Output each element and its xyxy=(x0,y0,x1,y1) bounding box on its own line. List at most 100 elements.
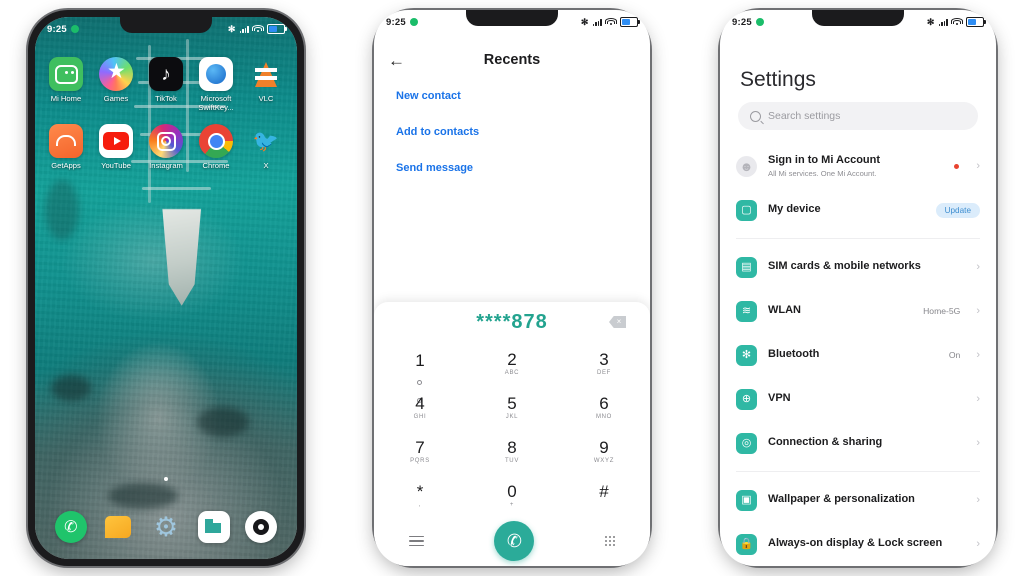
key-letters: JKL xyxy=(505,414,519,420)
update-button[interactable]: Update xyxy=(935,202,980,218)
settings-item-wlan[interactable]: ≋ WLAN Home-5G › xyxy=(720,289,996,333)
dock-camera-icon[interactable] xyxy=(245,511,278,543)
display-notch xyxy=(466,10,558,26)
home-screen-display: 9:25 ✻ Mi Home Games ♪ TikTok Microsoft … xyxy=(35,17,297,559)
settings-item-title: Wallpaper & personalization xyxy=(768,493,915,506)
dialpad-key-4[interactable]: 4 GHI xyxy=(374,386,466,430)
dialed-number: ****878 xyxy=(476,310,548,333)
settings-item-sim-cards[interactable]: ▤ SIM cards & mobile networks › xyxy=(720,245,996,289)
app-chrome[interactable]: Chrome xyxy=(192,124,240,171)
key-letters: + xyxy=(509,502,515,508)
app-grid: Mi Home Games ♪ TikTok Microsoft SwiftKe… xyxy=(35,57,297,183)
dock-settings-gear-icon[interactable]: ⚙ xyxy=(150,511,182,543)
app-tiktok[interactable]: ♪ TikTok xyxy=(142,57,190,112)
app-label: Mi Home xyxy=(50,94,82,103)
settings-item-lock-screen[interactable]: 🔒 Always-on display & Lock screen › xyxy=(720,522,996,566)
new-contact-link[interactable]: New contact xyxy=(396,90,628,102)
tiktok-icon: ♪ xyxy=(149,57,183,91)
keypad-grid-icon[interactable] xyxy=(604,535,615,547)
settings-content: Settings Search settings ☻ Sign in to Mi… xyxy=(720,34,996,566)
dialpad: 1 2 ABC 3 DEF 4 GHI 5 JKL 6 MNO 7 PQRS 8… xyxy=(374,342,650,518)
key-digit: 6 xyxy=(599,394,609,413)
dialpad-key-1[interactable]: 1 xyxy=(374,342,466,404)
key-digit: 8 xyxy=(507,438,517,457)
dialpad-key-hash[interactable]: # xyxy=(558,474,650,518)
phone-dialer-screen: 9:25 ✻ ← Recents New contact Add to cont… xyxy=(374,10,650,566)
page-dot-active[interactable] xyxy=(164,477,168,481)
page-indicator xyxy=(35,477,297,481)
dialpad-key-8[interactable]: 8 TUV xyxy=(466,430,558,474)
display-notch xyxy=(120,17,212,33)
back-arrow-icon[interactable]: ← xyxy=(388,52,405,69)
app-x-twitter[interactable]: 🐦 X xyxy=(242,124,290,171)
add-to-contacts-link[interactable]: Add to contacts xyxy=(396,126,628,138)
app-row-1: Mi Home Games ♪ TikTok Microsoft SwiftKe… xyxy=(41,57,291,112)
dialpad-key-5[interactable]: 5 JKL xyxy=(466,386,558,430)
app-label: Microsoft SwiftKey... xyxy=(198,94,234,112)
settings-item-title: Connection & sharing xyxy=(768,436,883,449)
app-microsoft-swiftkey[interactable]: Microsoft SwiftKey... xyxy=(192,57,240,112)
dialpad-key-7[interactable]: 7 PQRS xyxy=(374,430,466,474)
dialpad-key-3[interactable]: 3 DEF xyxy=(558,342,650,386)
dialpad-key-0[interactable]: 0 + xyxy=(466,474,558,518)
number-display-row: ****878 × xyxy=(374,302,650,342)
dialpad-key-2[interactable]: 2 ABC xyxy=(466,342,558,386)
x-twitter-icon: 🐦 xyxy=(252,129,280,153)
bluetooth-icon: ✻ xyxy=(926,16,935,27)
key-letters: TUV xyxy=(504,458,520,464)
search-placeholder: Search settings xyxy=(768,110,841,122)
app-youtube[interactable]: YouTube xyxy=(92,124,140,171)
key-letters: PQRS xyxy=(410,458,430,464)
backspace-icon[interactable]: × xyxy=(609,316,626,328)
wallpaper-icon: ▣ xyxy=(736,489,757,511)
dock-phone-icon[interactable]: ✆ xyxy=(54,511,87,543)
home-dock: ✆ ⚙ xyxy=(35,511,297,543)
status-bar-right: ✻ xyxy=(581,17,640,27)
key-letters: ABC xyxy=(504,370,520,376)
settings-item-text: WLAN xyxy=(768,304,912,317)
dialer-bottom-bar: ✆ xyxy=(374,518,650,564)
hamburger-menu-icon[interactable] xyxy=(409,533,425,549)
app-label: Games xyxy=(103,94,129,103)
dock-messages-icon[interactable] xyxy=(102,511,134,543)
chevron-right-icon: › xyxy=(976,493,980,506)
lock-screen-icon: 🔒 xyxy=(736,533,757,555)
settings-item-connection-sharing[interactable]: ◎ Connection & sharing › xyxy=(720,421,996,465)
settings-item-text: Wallpaper & personalization xyxy=(768,493,965,506)
dialer-content: ← Recents New contact Add to contacts Se… xyxy=(374,34,650,566)
dock-gallery-icon[interactable] xyxy=(197,511,230,543)
settings-item-bluetooth[interactable]: ✻ Bluetooth On › xyxy=(720,333,996,377)
app-row-2: GetApps YouTube Instagram Chrome 🐦 X xyxy=(41,124,291,171)
status-bar-right: ✻ xyxy=(228,24,287,34)
settings-item-vpn[interactable]: ⊕ VPN › xyxy=(720,377,996,421)
settings-item-title: VPN xyxy=(768,392,791,405)
app-label: X xyxy=(263,161,269,170)
dialpad-key-9[interactable]: 9 WXYZ xyxy=(558,430,650,474)
app-games[interactable]: Games xyxy=(92,57,140,112)
key-letters: , xyxy=(418,502,422,508)
status-bar-left: 9:25 xyxy=(732,17,764,28)
app-instagram[interactable]: Instagram xyxy=(142,124,190,171)
call-icon[interactable]: ✆ xyxy=(494,521,535,561)
battery-icon xyxy=(620,17,640,27)
app-getapps[interactable]: GetApps xyxy=(42,124,90,171)
key-digit: 3 xyxy=(599,350,609,369)
vpn-globe-icon: ⊕ xyxy=(736,388,757,410)
settings-item-text: SIM cards & mobile networks xyxy=(768,260,949,273)
send-message-link[interactable]: Send message xyxy=(396,162,628,174)
settings-item-mi-account[interactable]: ☻ Sign in to Mi Account All Mi services.… xyxy=(720,144,996,188)
chevron-right-icon: › xyxy=(976,537,980,550)
app-label: VLC xyxy=(258,94,274,103)
search-input[interactable]: Search settings xyxy=(738,102,978,130)
settings-item-my-device[interactable]: ▢ My device Update xyxy=(720,188,996,232)
dialpad-key-6[interactable]: 6 MNO xyxy=(558,386,650,430)
app-vlc[interactable]: VLC xyxy=(242,57,290,112)
signal-icon xyxy=(239,25,249,33)
settings-item-wallpaper[interactable]: ▣ Wallpaper & personalization › xyxy=(720,478,996,522)
key-digit: # xyxy=(599,482,609,501)
key-digit: 1 xyxy=(415,351,425,371)
dialpad-key-star[interactable]: * , xyxy=(374,474,466,518)
chevron-right-icon: › xyxy=(976,436,980,449)
chevron-right-icon: › xyxy=(976,260,980,273)
app-mi-home[interactable]: Mi Home xyxy=(42,57,90,112)
